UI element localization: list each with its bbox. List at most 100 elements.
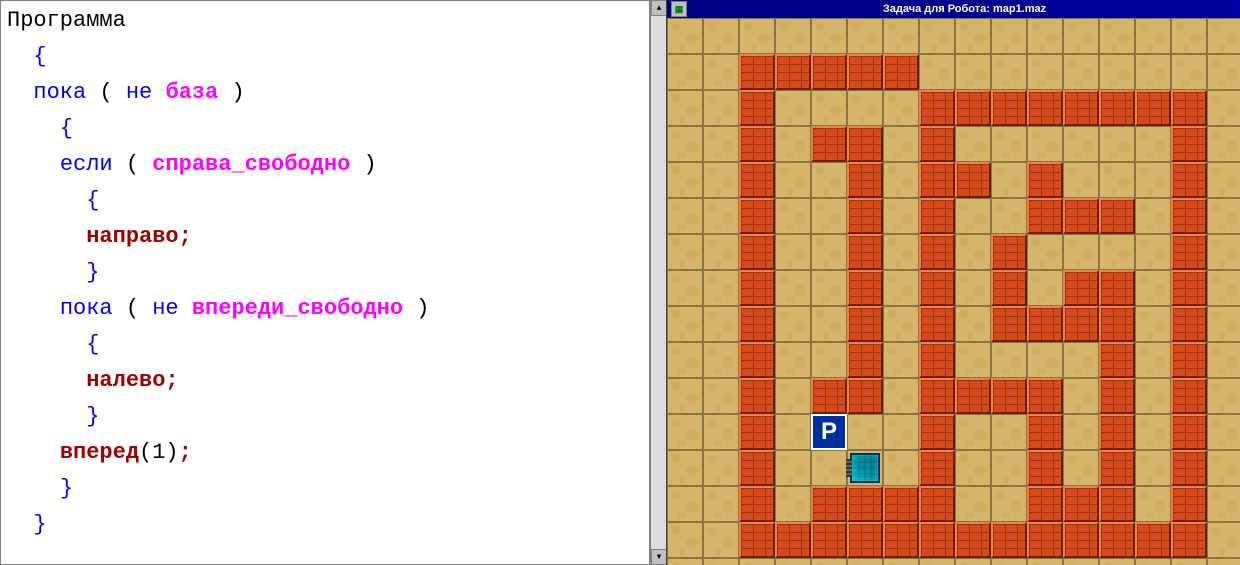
floor-tile xyxy=(1135,162,1171,198)
floor-tile xyxy=(1207,54,1240,90)
floor-tile xyxy=(811,270,847,306)
floor-tile xyxy=(1207,198,1240,234)
code-line[interactable]: { xyxy=(7,183,643,219)
wall-tile xyxy=(919,90,955,126)
wall-tile xyxy=(739,54,775,90)
wall-tile xyxy=(1063,486,1099,522)
maze-titlebar[interactable]: ▦ Задача для Робота: map1.maz xyxy=(667,0,1240,18)
code-line[interactable]: вперед(1); xyxy=(7,435,643,471)
code-line[interactable]: если ( справа_свободно ) xyxy=(7,147,643,183)
maze-area[interactable]: P xyxy=(667,18,1240,565)
wall-tile xyxy=(847,306,883,342)
wall-tile xyxy=(1171,450,1207,486)
wall-tile xyxy=(955,378,991,414)
code-line[interactable]: } xyxy=(7,471,643,507)
floor-tile xyxy=(1135,234,1171,270)
code-scrollbar[interactable]: ▲ ▼ xyxy=(650,0,666,565)
floor-tile xyxy=(1099,54,1135,90)
wall-tile xyxy=(1063,90,1099,126)
floor-tile xyxy=(1027,270,1063,306)
floor-tile xyxy=(955,486,991,522)
floor-tile xyxy=(847,558,883,565)
floor-tile xyxy=(955,18,991,54)
wall-tile xyxy=(1027,522,1063,558)
floor-tile xyxy=(667,486,703,522)
floor-tile xyxy=(955,270,991,306)
wall-tile xyxy=(775,54,811,90)
code-line[interactable]: Программа xyxy=(7,3,643,39)
floor-tile xyxy=(1171,54,1207,90)
floor-tile xyxy=(883,270,919,306)
wall-tile xyxy=(739,378,775,414)
code-token xyxy=(152,80,165,105)
wall-tile xyxy=(847,162,883,198)
wall-tile xyxy=(1063,198,1099,234)
code-line[interactable]: { xyxy=(7,111,643,147)
wall-tile xyxy=(1171,522,1207,558)
floor-tile xyxy=(1063,414,1099,450)
floor-tile xyxy=(1207,234,1240,270)
wall-tile xyxy=(919,234,955,270)
code-line[interactable]: } xyxy=(7,255,643,291)
floor-tile xyxy=(1135,486,1171,522)
floor-tile xyxy=(883,198,919,234)
floor-tile xyxy=(703,522,739,558)
wall-tile xyxy=(739,162,775,198)
code-line[interactable]: налево; xyxy=(7,363,643,399)
floor-tile xyxy=(955,450,991,486)
wall-tile xyxy=(1063,522,1099,558)
code-line[interactable]: } xyxy=(7,507,643,543)
wall-tile xyxy=(1099,486,1135,522)
wall-tile xyxy=(919,126,955,162)
floor-tile xyxy=(1207,522,1240,558)
wall-tile xyxy=(991,90,1027,126)
wall-tile xyxy=(991,522,1027,558)
code-token: ) xyxy=(218,80,244,105)
floor-tile xyxy=(1171,18,1207,54)
wall-tile xyxy=(739,342,775,378)
floor-tile xyxy=(991,162,1027,198)
floor-tile xyxy=(775,198,811,234)
floor-tile xyxy=(703,198,739,234)
floor-tile xyxy=(991,414,1027,450)
floor-tile xyxy=(811,558,847,565)
code-token: } xyxy=(86,404,99,429)
code-editor[interactable]: Программа { пока ( не база ) { если ( сп… xyxy=(0,0,650,565)
scroll-down-button[interactable]: ▼ xyxy=(651,549,667,565)
wall-tile xyxy=(883,486,919,522)
code-line[interactable]: { xyxy=(7,39,643,75)
floor-tile xyxy=(667,18,703,54)
wall-tile xyxy=(919,342,955,378)
floor-tile xyxy=(775,450,811,486)
code-line[interactable]: } xyxy=(7,399,643,435)
wall-tile xyxy=(847,270,883,306)
wall-tile xyxy=(919,306,955,342)
floor-tile xyxy=(883,234,919,270)
wall-tile xyxy=(1099,450,1135,486)
wall-tile xyxy=(1099,414,1135,450)
code-line[interactable]: { xyxy=(7,327,643,363)
wall-tile xyxy=(1099,90,1135,126)
wall-tile xyxy=(1171,342,1207,378)
wall-tile xyxy=(1027,450,1063,486)
floor-tile xyxy=(991,18,1027,54)
floor-tile xyxy=(775,558,811,565)
wall-tile xyxy=(919,450,955,486)
code-line[interactable]: пока ( не впереди_свободно ) xyxy=(7,291,643,327)
floor-tile xyxy=(955,414,991,450)
code-line[interactable]: пока ( не база ) xyxy=(7,75,643,111)
maze-window: ▦ Задача для Робота: map1.maz P xyxy=(666,0,1240,565)
floor-tile xyxy=(1027,234,1063,270)
floor-tile xyxy=(811,234,847,270)
floor-tile xyxy=(1063,558,1099,565)
floor-tile xyxy=(991,126,1027,162)
wall-tile xyxy=(739,90,775,126)
maze-app-icon: ▦ xyxy=(671,1,687,17)
code-token: не xyxy=(152,296,178,321)
code-line[interactable]: направо; xyxy=(7,219,643,255)
scroll-up-button[interactable]: ▲ xyxy=(651,0,667,16)
floor-tile xyxy=(775,234,811,270)
wall-tile xyxy=(739,126,775,162)
floor-tile xyxy=(883,18,919,54)
floor-tile xyxy=(703,378,739,414)
